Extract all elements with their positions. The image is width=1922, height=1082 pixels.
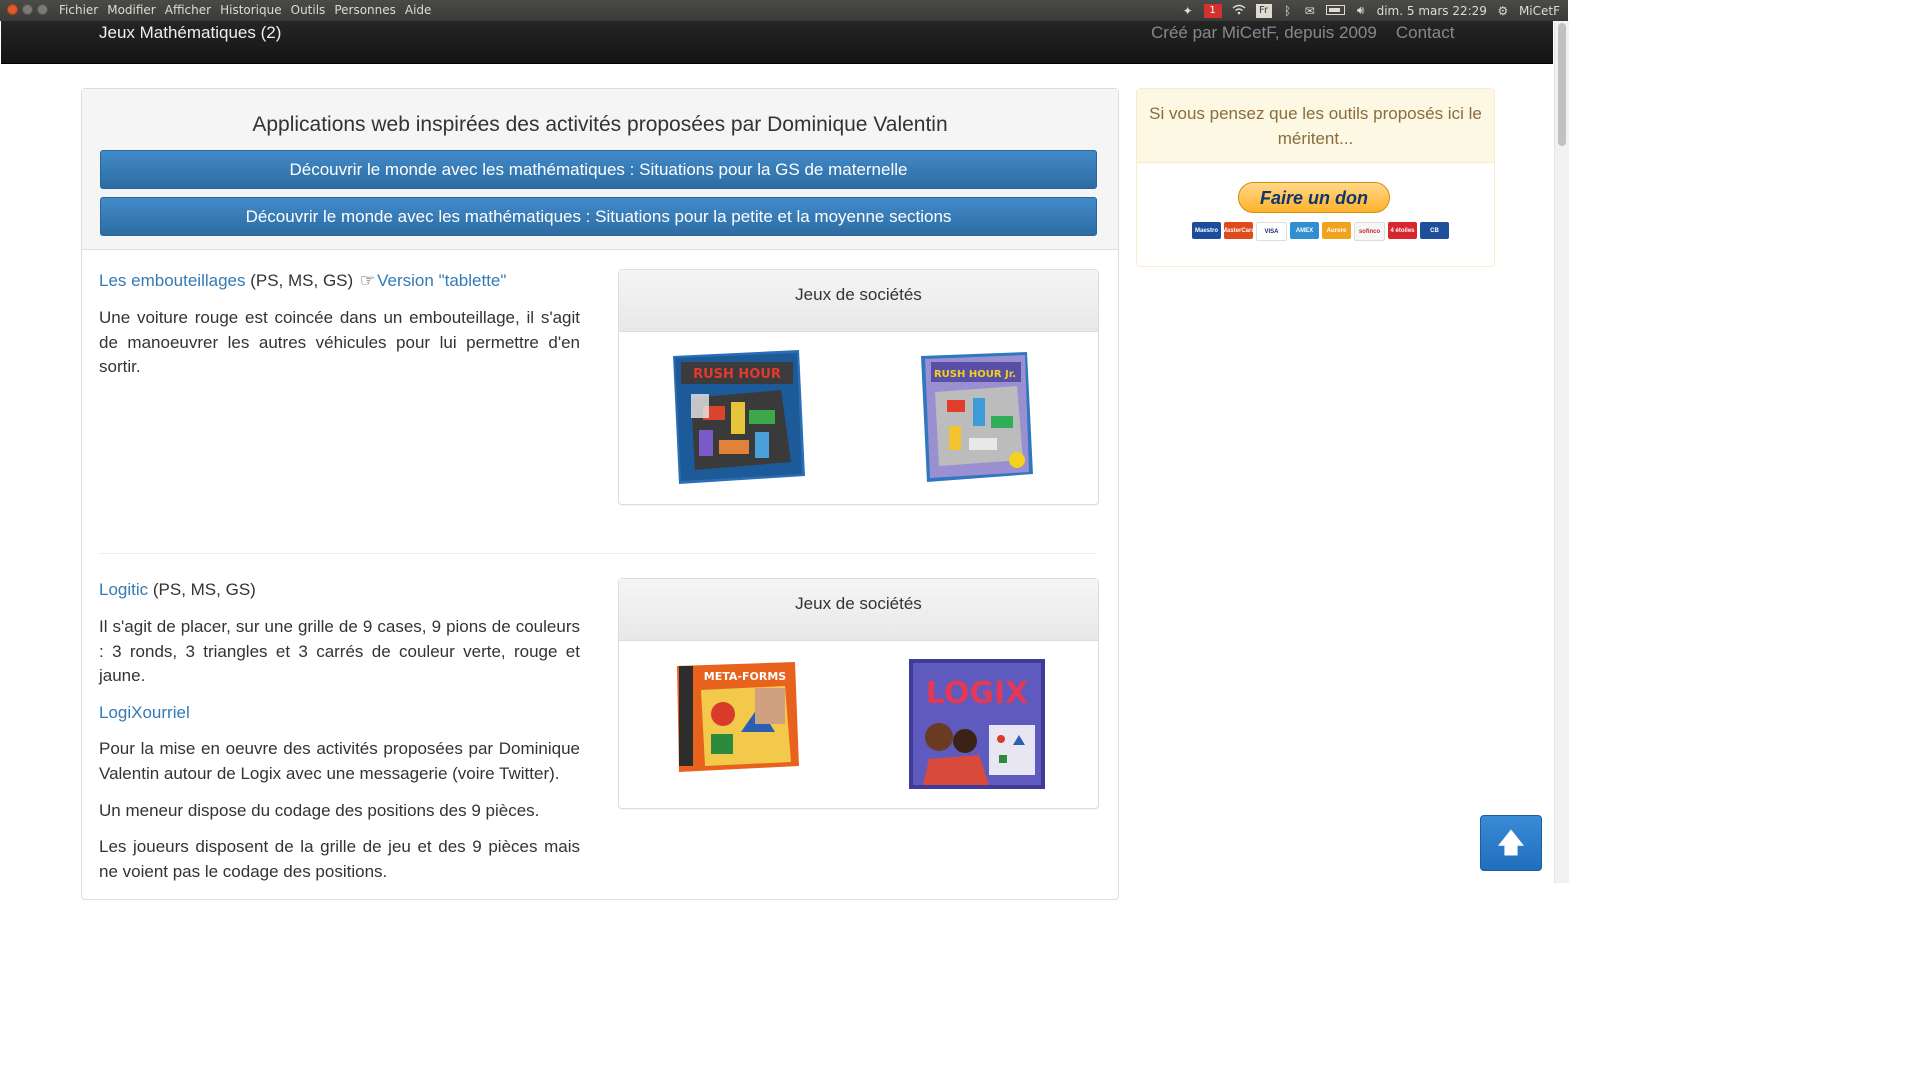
activity-levels: (PS, MS, GS) [245,271,358,290]
keyboard-layout-indicator[interactable]: Fr [1255,3,1272,18]
payment-cards: Maestro MasterCard VISA AMEX Aurore sofi… [1192,222,1449,241]
dropbox-icon[interactable]: ✦ [1182,4,1194,18]
site-brand[interactable]: Jeux Mathématiques (2) [99,23,281,43]
games-panel-title: Jeux de sociétés [619,270,1098,332]
logixourriel-link[interactable]: LogiXourriel [99,703,190,723]
window-close-button[interactable] [7,4,18,15]
system-top-panel: Fichier Modifier Afficher Historique Out… [0,0,1568,21]
mail-icon[interactable]: ✉ [1304,4,1316,18]
sofinco-card-icon: sofinco [1354,222,1385,241]
menu-historique[interactable]: Historique [220,3,282,17]
pointing-hand-icon: ☞ [359,271,376,290]
back-to-top-button[interactable]: 🡅 [1480,815,1542,871]
system-tray: ✦ 1 Fr ᛒ ✉ 🔊︎ dim. 5 mars 22:29 ⚙ MiCetF [1182,2,1560,19]
meta-forms-logo: META-FORMS [704,670,786,683]
amex-card-icon: AMEX [1290,222,1319,239]
arrow-up-icon: 🡅 [1496,827,1526,858]
created-by-link[interactable]: Créé par MiCetF, depuis 2009 [1151,23,1377,43]
menu-afficher[interactable]: Afficher [165,3,211,17]
nav-links: Créé par MiCetF, depuis 2009 Contact [1151,23,1454,43]
games-panel-rush-hour: Jeux de sociétés RUSH HOUR RUSH HOUR Jr. [618,269,1099,505]
window-maximize-button[interactable] [37,4,48,15]
4-etoiles-card-icon: 4 étoiles [1388,222,1417,239]
contact-link[interactable]: Contact [1396,23,1455,43]
menu-personnes[interactable]: Personnes [334,3,396,17]
meneur-paragraph: Un meneur dispose du codage des position… [99,801,540,820]
rush-hour-junior-logo: RUSH HOUR Jr. [934,369,1016,380]
menu-modifier[interactable]: Modifier [107,3,156,17]
rush-hour-box-image[interactable]: RUSH HOUR [669,350,805,484]
meta-forms-box-image[interactable]: META-FORMS [675,662,799,772]
bluetooth-icon[interactable]: ᛒ [1282,4,1294,18]
gear-icon[interactable]: ⚙ [1497,4,1509,18]
logix-box-image[interactable]: LOGIX [909,659,1045,789]
site-navbar: Jeux Mathématiques (2) Créé par MiCetF, … [1,21,1553,64]
notification-badge[interactable]: 1 [1203,3,1222,18]
volume-icon[interactable]: 🔊︎ [1355,3,1367,18]
embouteillages-link[interactable]: Les embouteillages [99,271,245,290]
menu-outils[interactable]: Outils [291,3,326,17]
donation-panel: Si vous pensez que les outils proposés i… [1136,88,1495,267]
logix-logo: LOGIX [926,676,1028,711]
clock[interactable]: dim. 5 mars 22:29 [1377,4,1487,18]
section-divider [99,553,1097,554]
tablet-version-link[interactable]: Version "tablette" [377,271,506,290]
window-minimize-button[interactable] [22,4,33,15]
page-scrollbar[interactable] [1554,21,1569,883]
page-title: Applications web inspirées des activités… [252,113,948,136]
ps-ms-sections-button[interactable]: Découvrir le monde avec les mathématique… [100,197,1097,236]
donate-button[interactable]: Faire un don [1238,182,1390,213]
games-panel-logix: Jeux de sociétés META-FORMS LOGIX [618,578,1099,809]
donation-message: Si vous pensez que les outils proposés i… [1137,89,1494,163]
main-panel-header: Applications web inspirées des activités… [82,89,1118,250]
cb-card-icon: CB [1420,222,1449,239]
aurore-card-icon: Aurore [1322,222,1351,239]
mastercard-icon: MasterCard [1222,222,1255,239]
logitic-description: Il s'agit de placer, sur une grille de 9… [99,617,580,685]
wifi-icon[interactable] [1232,4,1246,18]
app-menubar: Fichier Modifier Afficher Historique Out… [59,3,431,17]
user-name[interactable]: MiCetF [1519,4,1560,18]
rush-hour-junior-box-image[interactable]: RUSH HOUR Jr. [919,352,1033,482]
scrollbar-thumb[interactable] [1558,23,1566,146]
battery-icon[interactable] [1325,4,1345,18]
maestro-card-icon: Maestro [1192,222,1221,239]
menu-aide[interactable]: Aide [405,3,432,17]
embouteillages-description: Une voiture rouge est coincée dans un em… [99,308,580,376]
rush-hour-logo: RUSH HOUR [693,367,781,382]
activity-levels: (PS, MS, GS) [148,580,256,599]
joueurs-paragraph: Les joueurs disposent de la grille de je… [99,837,580,881]
games-panel-title: Jeux de sociétés [619,579,1098,641]
activity-logitic-title: Logitic (PS, MS, GS) [99,580,256,600]
logixourriel-description: Pour la mise en oeuvre des activités pro… [99,739,580,783]
logitic-link[interactable]: Logitic [99,580,148,599]
menu-fichier[interactable]: Fichier [59,3,98,17]
activity-embouteillages-title: Les embouteillages (PS, MS, GS) ☞ Version… [99,271,506,291]
gs-maternelle-button[interactable]: Découvrir le monde avec les mathématique… [100,150,1097,189]
visa-card-icon: VISA [1256,222,1287,241]
